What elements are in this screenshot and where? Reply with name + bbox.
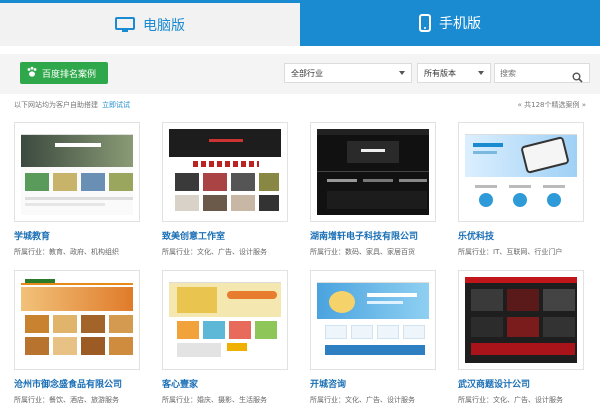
tab-mobile[interactable]: 手机版 — [300, 0, 600, 46]
case-industry: 所属行业：文化、广告、设计服务 — [310, 396, 415, 404]
case-industry: 所属行业：数码、家具、家居百货 — [310, 248, 415, 256]
version-select[interactable]: 所有版本 — [417, 63, 491, 83]
case-title[interactable]: 沧州市御念盛食品有限公司 — [14, 377, 140, 390]
baidu-ranking-button[interactable]: 百度排名案例 — [20, 62, 108, 84]
baidu-ranking-label: 百度排名案例 — [42, 69, 97, 80]
case-title[interactable]: 武汉商题设计公司 — [458, 377, 584, 390]
case-industry: 所属行业：婚庆、摄影、生活服务 — [162, 396, 267, 404]
tab-pc-label: 电脑版 — [143, 17, 185, 34]
tab-mobile-label: 手机版 — [439, 16, 481, 32]
industry-select-value: 全部行业 — [291, 68, 323, 78]
case-title[interactable]: 致美创意工作室 — [162, 229, 288, 242]
case-industry: 所属行业：餐饮、酒店、旅游服务 — [14, 396, 119, 404]
case-title[interactable]: 学城教育 — [14, 229, 140, 242]
version-tabs: 电脑版 手机版 — [0, 0, 600, 46]
case-title[interactable]: 客心壹家 — [162, 377, 288, 390]
case-industry: 所属行业：教育、政府、机构组织 — [14, 248, 119, 256]
phone-icon — [419, 14, 431, 32]
chevron-down-icon — [399, 71, 405, 75]
case-title[interactable]: 开城咨询 — [310, 377, 436, 390]
info-text: 以下网站均为客户自助搭建 — [14, 101, 98, 109]
case-title[interactable]: 湖南增轩电子科技有限公司 — [310, 229, 436, 242]
case-card[interactable]: 湖南增轩电子科技有限公司 所属行业：数码、家具、家居百货 — [310, 122, 436, 257]
case-title[interactable]: 乐优科技 — [458, 229, 584, 242]
filter-bar: 百度排名案例 全部行业 所有版本 — [0, 54, 600, 94]
search-box — [494, 63, 590, 83]
case-card[interactable]: 客心壹家 所属行业：婚庆、摄影、生活服务 — [162, 270, 288, 405]
case-thumbnail[interactable] — [14, 122, 140, 222]
chevron-down-icon — [478, 71, 484, 75]
case-thumbnail[interactable] — [162, 270, 288, 370]
paw-icon — [26, 66, 38, 81]
tab-pc[interactable]: 电脑版 — [0, 0, 300, 46]
search-icon[interactable] — [572, 68, 583, 87]
case-thumbnail[interactable] — [458, 122, 584, 222]
case-card[interactable]: 致美创意工作室 所属行业：文化、广告、设计服务 — [162, 122, 288, 257]
case-thumbnail[interactable] — [162, 122, 288, 222]
monitor-icon — [115, 16, 135, 33]
try-now-link[interactable]: 立即试试 — [102, 101, 130, 109]
case-thumbnail[interactable] — [310, 270, 436, 370]
version-select-value: 所有版本 — [424, 68, 456, 78]
case-count: « 共128个精选案例 » — [517, 101, 586, 109]
info-line: 以下网站均为客户自助搭建 立即试试 — [14, 100, 130, 110]
search-input[interactable] — [495, 68, 569, 78]
industry-select[interactable]: 全部行业 — [284, 63, 412, 83]
case-card[interactable]: 乐优科技 所属行业：IT、互联网、行业门户 — [458, 122, 584, 257]
case-industry: 所属行业：文化、广告、设计服务 — [458, 396, 563, 404]
case-industry: 所属行业：文化、广告、设计服务 — [162, 248, 267, 256]
case-card[interactable]: 学城教育 所属行业：教育、政府、机构组织 — [14, 122, 140, 257]
case-card[interactable]: 沧州市御念盛食品有限公司 所属行业：餐饮、酒店、旅游服务 — [14, 270, 140, 405]
case-card[interactable]: 武汉商题设计公司 所属行业：文化、广告、设计服务 — [458, 270, 584, 405]
case-thumbnail[interactable] — [14, 270, 140, 370]
case-industry: 所属行业：IT、互联网、行业门户 — [458, 248, 563, 256]
case-thumbnail[interactable] — [458, 270, 584, 370]
case-card[interactable]: 开城咨询 所属行业：文化、广告、设计服务 — [310, 270, 436, 405]
case-thumbnail[interactable] — [310, 122, 436, 222]
